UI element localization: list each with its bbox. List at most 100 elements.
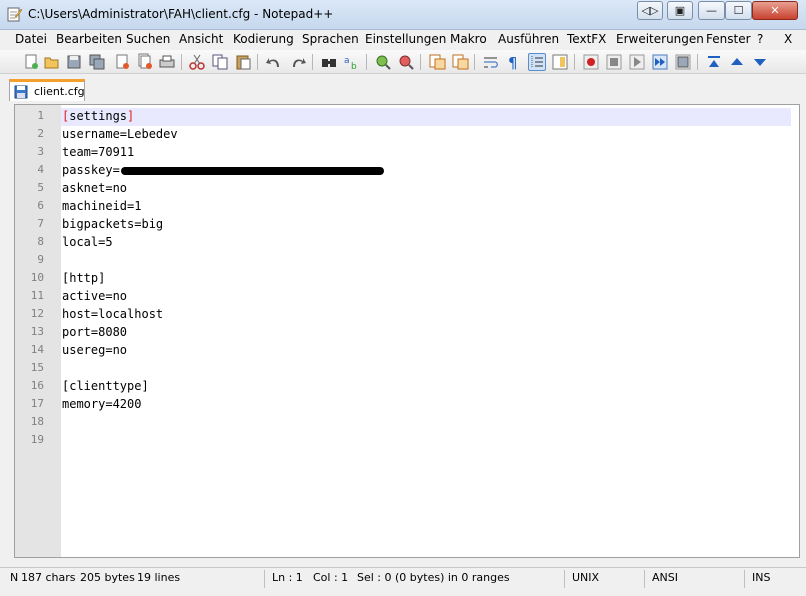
window-title: C:\Users\Administrator\FAH\client.cfg - … (28, 7, 334, 21)
line-number: 13 (30, 325, 44, 338)
line-number: 1 (37, 109, 44, 122)
minimize-icon: — (706, 4, 717, 17)
line-number: 2 (37, 127, 44, 140)
code-line: usereg=no (62, 343, 128, 357)
status-insert-mode[interactable]: INS (752, 571, 770, 584)
tab-client-cfg[interactable]: client.cfg (9, 79, 85, 101)
show-all-chars-icon[interactable]: ¶ (505, 53, 523, 71)
menu-textfx[interactable]: TextFX (567, 32, 606, 46)
menu-ausfuehren[interactable]: Ausführen (498, 32, 559, 46)
line-number: 10 (30, 271, 44, 284)
maximize-button[interactable]: ☐ (725, 1, 752, 20)
svg-text:a: a (344, 56, 350, 66)
menu-bar: Datei Bearbeiten Suchen Ansicht Kodierun… (0, 30, 806, 50)
sync-h-icon[interactable] (451, 53, 469, 71)
print-icon[interactable] (158, 53, 176, 71)
line-number: 17 (30, 397, 44, 410)
save-macro-icon[interactable] (674, 53, 692, 71)
menu-einstellungen[interactable]: Einstellungen (365, 32, 446, 46)
save-all-icon[interactable] (88, 53, 106, 71)
line-number: 15 (30, 361, 44, 374)
menu-erweiterungen[interactable]: Erweiterungen (616, 32, 704, 46)
restore-view-button[interactable]: ▣ (667, 1, 693, 20)
word-wrap-icon[interactable] (482, 53, 500, 71)
toolbar: ab ¶ (0, 50, 806, 74)
current-line-highlight (61, 108, 791, 126)
toolbar-separator (474, 54, 475, 70)
nav-arrows-button[interactable]: ◁▷ (637, 1, 663, 20)
menu-fenster[interactable]: Fenster (706, 32, 751, 46)
status-eol-format[interactable]: UNIX (572, 571, 599, 584)
maximize-icon: ☐ (733, 4, 744, 17)
notepad-app-icon (6, 6, 23, 22)
menu-close-doc[interactable]: X (784, 32, 792, 46)
new-file-icon[interactable] (22, 53, 40, 71)
run-macro-multiple-icon[interactable] (651, 53, 669, 71)
replace-icon[interactable]: ab (343, 53, 361, 71)
paste-icon[interactable] (234, 53, 252, 71)
cut-icon[interactable] (188, 53, 206, 71)
menu-datei[interactable]: Datei (15, 32, 47, 46)
code-line: port=8080 (62, 325, 128, 339)
code-line: [clienttype] (62, 379, 149, 393)
stop-macro-icon[interactable] (605, 53, 623, 71)
nav-arrows-icon: ◁▷ (641, 4, 659, 17)
line-number: 8 (37, 235, 44, 248)
find-icon[interactable] (320, 53, 338, 71)
code-line: memory=4200 (62, 397, 142, 411)
code-line-settings-header: [settings] (62, 109, 134, 123)
line-number: 16 (30, 379, 44, 392)
trim-icon[interactable] (705, 53, 723, 71)
code-text: passkey= (62, 163, 120, 177)
line-number: 19 (30, 433, 44, 446)
status-bytes: 205 bytes (80, 571, 135, 584)
redaction-mark (120, 166, 384, 175)
zoom-out-icon[interactable] (397, 53, 415, 71)
status-bar: N 187 chars 205 bytes 19 lines Ln : 1 Co… (0, 567, 806, 589)
svg-text:¶: ¶ (508, 54, 518, 71)
code-text: settings (69, 109, 128, 123)
open-file-icon[interactable] (43, 53, 61, 71)
close-window-icon: ✕ (770, 4, 780, 17)
play-macro-icon[interactable] (628, 53, 646, 71)
toolbar-separator (312, 54, 313, 70)
menu-ansicht[interactable]: Ansicht (179, 32, 223, 46)
menu-suchen[interactable]: Suchen (126, 32, 170, 46)
undo-icon[interactable] (265, 53, 283, 71)
status-selection: Sel : 0 (0 bytes) in 0 ranges (357, 571, 510, 584)
toolbar-separator (366, 54, 367, 70)
sync-v-icon[interactable] (428, 53, 446, 71)
redo-icon[interactable] (289, 53, 307, 71)
status-separator (744, 570, 745, 588)
svg-text:b: b (351, 62, 357, 71)
line-number: 3 (37, 145, 44, 158)
toolbar-separator (574, 54, 575, 70)
editor-area[interactable]: 1 2 3 4 5 6 7 8 9 10 11 12 13 14 15 16 1… (14, 104, 800, 558)
record-macro-icon[interactable] (582, 53, 600, 71)
line-number: 7 (37, 217, 44, 230)
up-icon[interactable] (728, 53, 746, 71)
close-window-button[interactable]: ✕ (752, 1, 798, 20)
menu-sprachen[interactable]: Sprachen (302, 32, 359, 46)
copy-icon[interactable] (211, 53, 229, 71)
menu-help[interactable]: ? (757, 32, 763, 46)
code-line: host=localhost (62, 307, 164, 321)
save-icon[interactable] (65, 53, 83, 71)
status-encoding[interactable]: ANSI (652, 571, 678, 584)
status-separator (644, 570, 645, 588)
menu-kodierung[interactable]: Kodierung (233, 32, 294, 46)
status-line-number: Ln : 1 (272, 571, 303, 584)
close-icon[interactable] (113, 53, 131, 71)
minimize-button[interactable]: — (698, 1, 725, 20)
line-number: 4 (37, 163, 44, 176)
menu-makro[interactable]: Makro (450, 32, 487, 46)
status-separator (564, 570, 565, 588)
zoom-in-icon[interactable] (374, 53, 392, 71)
doc-map-icon[interactable] (551, 53, 569, 71)
menu-bearbeiten[interactable]: Bearbeiten (56, 32, 122, 46)
status-lines: 19 lines (137, 571, 181, 584)
close-all-icon[interactable] (136, 53, 154, 71)
status-column: Col : 1 (313, 571, 349, 584)
down-icon[interactable] (751, 53, 769, 71)
indent-guide-icon[interactable] (528, 53, 546, 71)
